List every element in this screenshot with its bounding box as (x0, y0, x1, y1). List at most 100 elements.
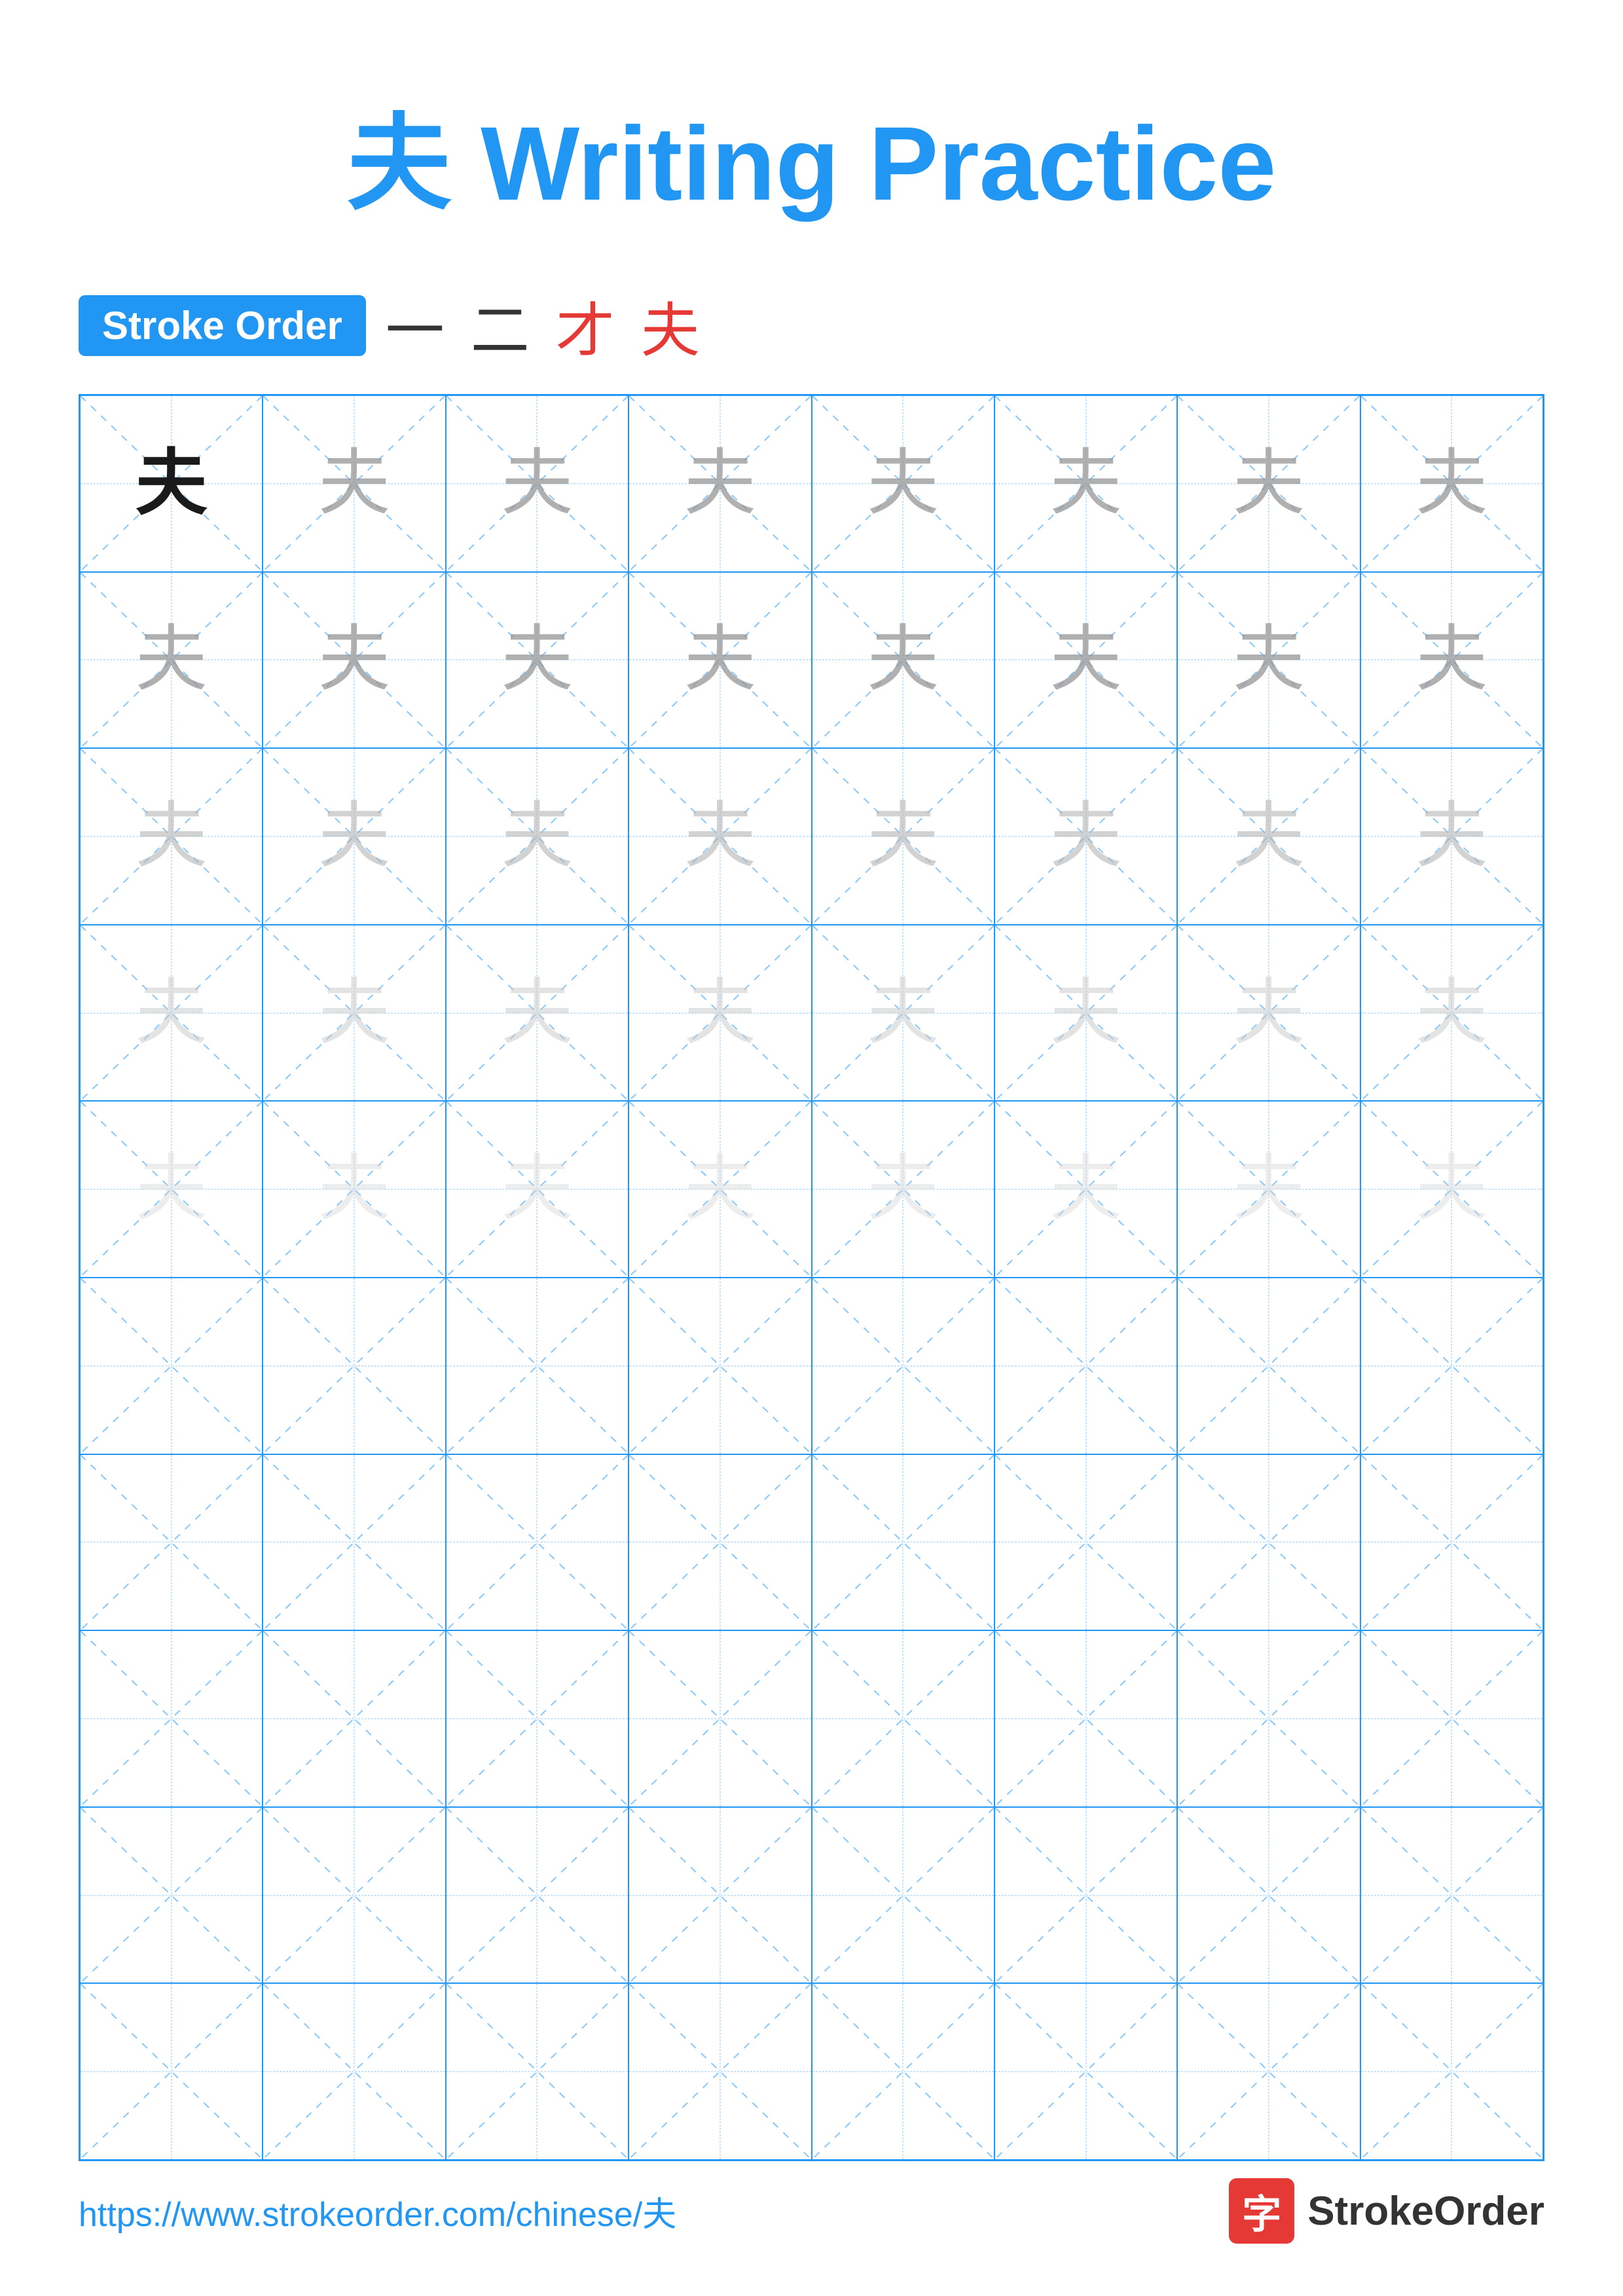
grid-char: 夫 (136, 448, 208, 520)
grid-char: 夫 (1233, 448, 1305, 520)
grid-cell[interactable] (1360, 1278, 1543, 1454)
stroke-step-2: 二 (471, 283, 530, 368)
grid-cell[interactable]: 夫 (812, 1101, 994, 1278)
grid-cell[interactable] (812, 1454, 994, 1631)
grid-cell[interactable] (80, 1630, 263, 1807)
grid-cell[interactable] (1177, 1807, 1360, 1984)
grid-cell[interactable] (1360, 1630, 1543, 1807)
grid-cell[interactable] (994, 1983, 1177, 2160)
grid-cell[interactable] (446, 1807, 629, 1984)
grid-cell[interactable]: 夫 (1177, 572, 1360, 749)
grid-cell[interactable] (80, 1454, 263, 1631)
grid-cell[interactable]: 夫 (629, 395, 811, 572)
grid-cell[interactable] (446, 1278, 629, 1454)
grid-cell[interactable] (446, 1983, 629, 2160)
grid-cell[interactable]: 夫 (994, 1101, 1177, 1278)
grid-cell[interactable]: 夫 (80, 748, 263, 925)
grid-cell[interactable]: 夫 (994, 748, 1177, 925)
grid-cell[interactable]: 夫 (446, 572, 629, 749)
grid-cell[interactable]: 夫 (1360, 1101, 1543, 1278)
grid-cell[interactable]: 夫 (812, 925, 994, 1102)
grid-cell[interactable]: 夫 (812, 572, 994, 749)
grid-cell[interactable]: 夫 (994, 572, 1177, 749)
grid-cell[interactable]: 夫 (1177, 748, 1360, 925)
grid-cell[interactable]: 夫 (263, 1101, 445, 1278)
grid-cell[interactable]: 夫 (446, 1101, 629, 1278)
grid-cell[interactable]: 夫 (994, 395, 1177, 572)
grid-cell[interactable] (446, 1454, 629, 1631)
grid-cell[interactable] (80, 1983, 263, 2160)
grid-cell[interactable]: 夫 (446, 748, 629, 925)
grid-cell[interactable] (1177, 1454, 1360, 1631)
grid-cell[interactable]: 夫 (994, 925, 1177, 1102)
grid-cell[interactable]: 夫 (629, 1101, 811, 1278)
page-title: 夫 Writing Practice (79, 79, 1544, 230)
grid-cell[interactable]: 夫 (1360, 395, 1543, 572)
grid-cell[interactable] (629, 1630, 811, 1807)
grid-char: 夫 (1233, 977, 1305, 1049)
grid-cell[interactable] (1360, 1807, 1543, 1984)
grid-cell[interactable]: 夫 (80, 395, 263, 572)
grid-char: 夫 (684, 448, 756, 520)
grid-cell[interactable] (629, 1807, 811, 1984)
grid-cell[interactable]: 夫 (80, 1101, 263, 1278)
grid-cell[interactable]: 夫 (80, 572, 263, 749)
grid-cell[interactable]: 夫 (812, 395, 994, 572)
grid-cell[interactable] (1177, 1983, 1360, 2160)
grid-cell[interactable] (263, 1983, 445, 2160)
grid-cell[interactable] (812, 1983, 994, 2160)
grid-cell[interactable] (994, 1278, 1177, 1454)
grid-cell[interactable] (994, 1807, 1177, 1984)
grid-cell[interactable] (263, 1630, 445, 1807)
grid-cell[interactable] (629, 1278, 811, 1454)
grid-char: 夫 (136, 1153, 208, 1225)
grid-char: 夫 (684, 624, 756, 696)
footer: https://www.strokeorder.com/chinese/夫 字 … (79, 2178, 1544, 2244)
grid-cell[interactable]: 夫 (1177, 395, 1360, 572)
grid-cell[interactable]: 夫 (263, 395, 445, 572)
grid-cell[interactable]: 夫 (1177, 925, 1360, 1102)
grid-cell[interactable] (263, 1278, 445, 1454)
grid-cell[interactable]: 夫 (263, 925, 445, 1102)
grid-cell[interactable] (812, 1278, 994, 1454)
grid-cell[interactable] (629, 1454, 811, 1631)
grid-cell[interactable]: 夫 (1360, 572, 1543, 749)
grid-cell[interactable]: 夫 (629, 925, 811, 1102)
grid-cell[interactable] (1177, 1630, 1360, 1807)
grid-char: 夫 (1415, 1153, 1487, 1225)
grid-cell[interactable] (994, 1454, 1177, 1631)
grid-cell[interactable] (812, 1630, 994, 1807)
grid-cell[interactable] (80, 1278, 263, 1454)
strokeorder-logo-icon: 字 (1229, 2178, 1294, 2244)
grid-char: 夫 (501, 624, 573, 696)
grid-cell[interactable]: 夫 (1177, 1101, 1360, 1278)
grid-cell[interactable]: 夫 (629, 572, 811, 749)
grid-cell[interactable] (263, 1807, 445, 1984)
grid-cell[interactable]: 夫 (263, 748, 445, 925)
grid-cell[interactable] (812, 1807, 994, 1984)
grid-cell[interactable] (1177, 1278, 1360, 1454)
grid-cell[interactable]: 夫 (812, 748, 994, 925)
grid-cell[interactable] (80, 1807, 263, 1984)
grid-char: 夫 (1415, 448, 1487, 520)
grid-char: 夫 (318, 1153, 390, 1225)
grid-cell[interactable]: 夫 (263, 572, 445, 749)
grid-char: 夫 (136, 624, 208, 696)
grid-cell[interactable]: 夫 (446, 395, 629, 572)
grid-char: 夫 (684, 800, 756, 872)
grid-cell[interactable]: 夫 (1360, 748, 1543, 925)
grid-cell[interactable] (1360, 1454, 1543, 1631)
grid-char: 夫 (501, 448, 573, 520)
strokeorder-logo-text: StrokeOrder (1307, 2188, 1544, 2234)
grid-cell[interactable] (1360, 1983, 1543, 2160)
grid-cell[interactable] (629, 1983, 811, 2160)
grid-cell[interactable] (994, 1630, 1177, 1807)
grid-cell[interactable] (446, 1630, 629, 1807)
grid-cell[interactable]: 夫 (1360, 925, 1543, 1102)
grid-cell[interactable]: 夫 (629, 748, 811, 925)
grid-cell[interactable] (263, 1454, 445, 1631)
grid-cell[interactable]: 夫 (446, 925, 629, 1102)
grid-char: 夫 (1233, 1153, 1305, 1225)
grid-cell[interactable]: 夫 (80, 925, 263, 1102)
grid-char: 夫 (136, 800, 208, 872)
